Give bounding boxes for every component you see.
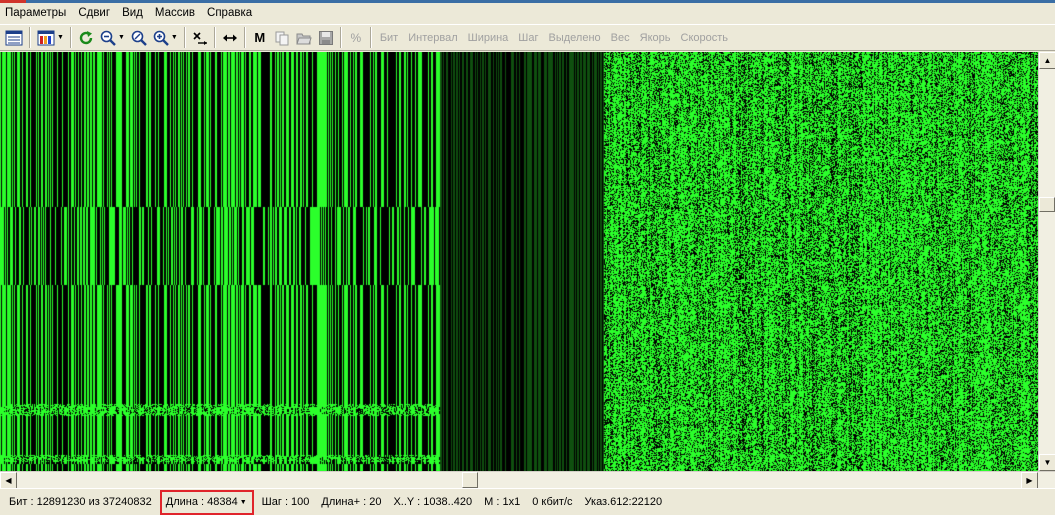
- vertical-scroll-thumb[interactable]: [1039, 197, 1055, 212]
- save-icon: [318, 30, 333, 45]
- copy-icon: [275, 31, 289, 45]
- percent-label: %: [350, 30, 362, 45]
- status-pointer: Указ.612:22120: [584, 496, 663, 508]
- palette-icon: [37, 30, 55, 45]
- zoom-fit-button[interactable]: [128, 26, 150, 49]
- status-length-value: Длина : 48384: [165, 496, 238, 508]
- menu-view[interactable]: Вид: [116, 3, 149, 23]
- zoom-in-icon: [153, 30, 169, 46]
- toolbar-separator: [369, 27, 372, 48]
- status-speed: 0 кбит/с: [532, 496, 573, 508]
- zoom-out-button[interactable]: ▼: [97, 26, 128, 49]
- zoom-fit-icon: [131, 30, 147, 46]
- text-view-button[interactable]: [2, 26, 26, 49]
- horizontal-scroll-thumb[interactable]: [462, 472, 478, 488]
- toolbar-separator: [29, 27, 31, 48]
- status-xy: X..Y : 1038..420: [393, 496, 473, 508]
- param-width[interactable]: Ширина: [463, 32, 514, 44]
- chevron-down-icon[interactable]: ▼: [57, 34, 64, 41]
- param-step[interactable]: Шаг: [513, 32, 543, 44]
- save-button[interactable]: [315, 26, 337, 49]
- status-step: Шаг : 100: [261, 496, 310, 508]
- param-selected[interactable]: Выделено: [544, 32, 606, 44]
- bit-pattern-canvas[interactable]: [0, 52, 1038, 471]
- status-bit-position: Бит : 12891230 из 37240832: [9, 496, 152, 508]
- bit-visualization-area[interactable]: [0, 52, 1038, 471]
- refresh-icon: [79, 30, 93, 44]
- toolbar-separator: [183, 27, 186, 48]
- menu-help[interactable]: Справка: [201, 3, 258, 23]
- toolbar-separator: [69, 27, 72, 48]
- copy-button[interactable]: [271, 26, 293, 49]
- toolbar: ▼ ▼ ▼ M % Бит Интервал Ширина Шаг Выделе…: [0, 24, 1055, 51]
- shift-icon: [193, 31, 207, 45]
- refresh-button[interactable]: [75, 26, 97, 49]
- m-button-label: M: [254, 30, 266, 45]
- scroll-down-icon[interactable]: ▼: [1039, 454, 1055, 471]
- zoom-out-icon: [100, 30, 116, 46]
- chevron-down-icon[interactable]: ▼: [240, 499, 247, 506]
- text-view-icon: [5, 30, 23, 45]
- vertical-scrollbar[interactable]: ▲ ▼: [1038, 52, 1055, 471]
- scroll-right-icon[interactable]: ▶: [1021, 472, 1038, 489]
- width-button[interactable]: [219, 26, 241, 49]
- menu-shift[interactable]: Сдвиг: [72, 3, 116, 23]
- scroll-left-icon[interactable]: ◀: [0, 472, 17, 489]
- palette-button[interactable]: ▼: [34, 26, 67, 49]
- toolbar-separator: [243, 27, 246, 48]
- horizontal-scrollbar[interactable]: ◀ ▶: [0, 471, 1055, 489]
- toolbar-separator: [213, 27, 216, 48]
- toolbar-separator: [339, 27, 342, 48]
- param-interval[interactable]: Интервал: [403, 32, 462, 44]
- menu-array[interactable]: Массив: [149, 3, 201, 23]
- percent-button[interactable]: %: [345, 26, 367, 49]
- param-weight[interactable]: Вес: [606, 32, 635, 44]
- m-button[interactable]: M: [249, 26, 271, 49]
- zoom-in-button[interactable]: ▼: [150, 26, 181, 49]
- chevron-down-icon[interactable]: ▼: [118, 34, 125, 41]
- status-bar: Бит : 12891230 из 37240832 Длина : 48384…: [0, 488, 1055, 515]
- shift-button[interactable]: [189, 26, 211, 49]
- param-bit[interactable]: Бит: [375, 32, 403, 44]
- status-length-plus: Длина+ : 20: [321, 496, 382, 508]
- param-anchor[interactable]: Якорь: [635, 32, 676, 44]
- param-speed[interactable]: Скорость: [676, 32, 734, 44]
- open-icon: [296, 33, 312, 44]
- status-m: М : 1x1: [484, 496, 521, 508]
- menu-bar: Параметры Сдвиг Вид Массив Справка: [0, 3, 1055, 23]
- open-button[interactable]: [293, 26, 315, 49]
- scroll-up-icon[interactable]: ▲: [1039, 52, 1055, 69]
- menu-parameters[interactable]: Параметры: [0, 3, 72, 23]
- width-icon: [222, 34, 237, 41]
- status-length-dropdown[interactable]: Длина : 48384 ▼: [159, 489, 254, 515]
- chevron-down-icon[interactable]: ▼: [171, 34, 178, 41]
